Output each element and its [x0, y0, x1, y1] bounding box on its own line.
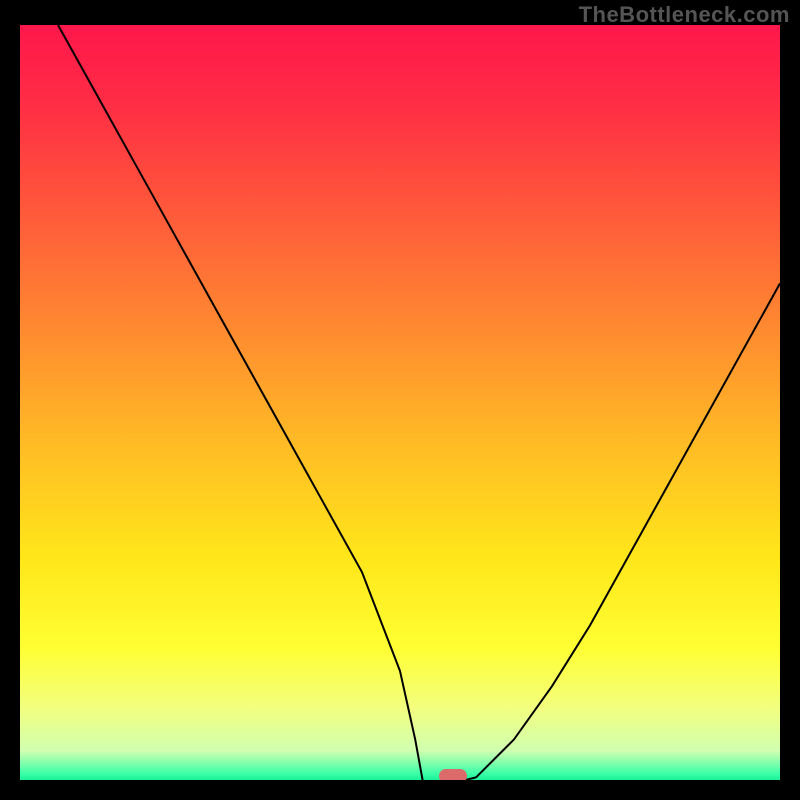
chart-frame: TheBottleneck.com [0, 0, 800, 800]
optimal-point-marker [439, 769, 467, 780]
plot-area [20, 25, 780, 780]
watermark-text: TheBottleneck.com [579, 2, 790, 28]
curve-layer [20, 25, 780, 780]
bottleneck-curve [58, 25, 780, 780]
